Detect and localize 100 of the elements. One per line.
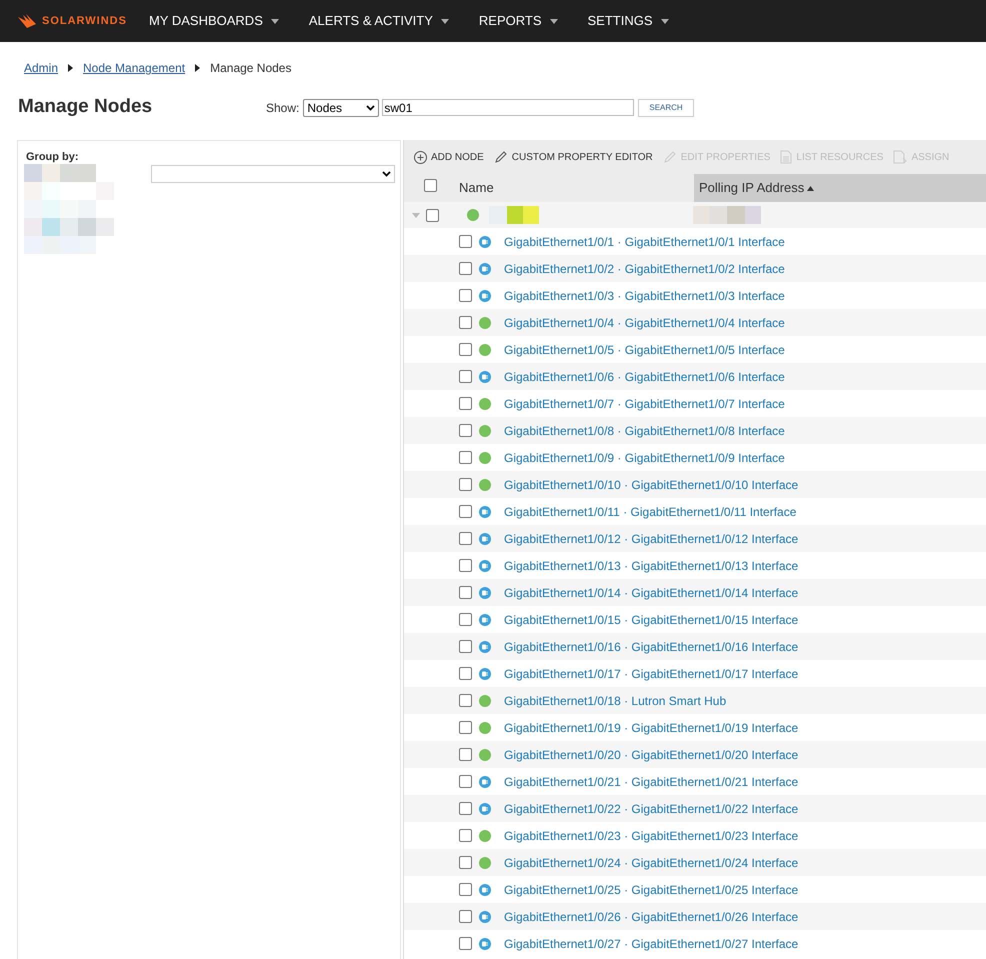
nav-menu[interactable]: REPORTS bbox=[478, 11, 558, 31]
column-header[interactable]: Polling IP Address bbox=[694, 174, 986, 202]
sort-ascending-icon bbox=[807, 186, 814, 190]
chevron-down-icon bbox=[382, 171, 391, 177]
checkbox[interactable] bbox=[459, 532, 472, 545]
nav-menu[interactable]: MY DASHBOARDS bbox=[148, 11, 279, 31]
interface-link[interactable]: GigabitEthernet1/0/7 · GigabitEthernet1/0/7 Interface bbox=[504, 394, 785, 412]
checkbox[interactable] bbox=[459, 289, 472, 302]
interface-link[interactable]: GigabitEthernet1/0/27 · GigabitEthernet1/0/27 Interface bbox=[504, 934, 798, 952]
checkbox[interactable] bbox=[459, 613, 472, 626]
show-dropdown[interactable]: Nodes bbox=[303, 98, 380, 116]
chevron-icon bbox=[195, 64, 200, 72]
caret-icon bbox=[440, 18, 449, 24]
caret-icon bbox=[550, 18, 558, 24]
interface-link[interactable]: GigabitEthernet1/0/20 · GigabitEthernet1/0/20 Interface bbox=[504, 746, 798, 764]
page-title: Manage Nodes bbox=[18, 95, 154, 120]
interface-link[interactable]: GigabitEthernet1/0/8 · GigabitEthernet1/0/8 Interface bbox=[504, 422, 785, 440]
interface-link[interactable]: GigabitEthernet1/0/25 · GigabitEthernet1/0/25 Interface bbox=[504, 880, 798, 898]
checkbox[interactable] bbox=[459, 397, 472, 410]
interface-link[interactable]: GigabitEthernet1/0/24 · GigabitEthernet1/0/24 Interface bbox=[504, 854, 798, 872]
checkbox[interactable] bbox=[459, 802, 472, 815]
interface-link[interactable]: GigabitEthernet1/0/26 · GigabitEthernet1/0/26 Interface bbox=[504, 908, 798, 926]
add-icon bbox=[414, 150, 427, 164]
interface-row[interactable]: GigabitEthernet1/0/8 · GigabitEthernet1/0/8 Interface bbox=[404, 417, 986, 444]
checkbox[interactable] bbox=[426, 208, 439, 222]
interface-row[interactable]: GigabitEthernet1/0/2 · GigabitEthernet1/0/2 Interface bbox=[404, 255, 986, 282]
interface-row[interactable]: GigabitEthernet1/0/14 · GigabitEthernet1/0/14 Interface bbox=[404, 579, 986, 606]
checkbox[interactable] bbox=[424, 179, 437, 192]
interface-link[interactable]: GigabitEthernet1/0/15 · GigabitEthernet1/0/15 Interface bbox=[504, 610, 798, 628]
checkbox[interactable] bbox=[459, 505, 472, 518]
checkbox[interactable] bbox=[459, 586, 472, 599]
toolbar-button[interactable]: CUSTOM PROPERTY EDITOR bbox=[494, 150, 653, 164]
checkbox[interactable] bbox=[459, 775, 472, 788]
checkbox[interactable] bbox=[459, 883, 472, 896]
checkbox[interactable] bbox=[459, 370, 472, 383]
interface-row[interactable]: GigabitEthernet1/0/16 · GigabitEthernet1/0/16 Interface bbox=[404, 633, 986, 660]
interface-link[interactable]: GigabitEthernet1/0/14 · GigabitEthernet1/0/14 Interface bbox=[504, 584, 798, 602]
interface-link[interactable]: GigabitEthernet1/0/16 · GigabitEthernet1/0/16 Interface bbox=[504, 638, 798, 656]
logo-icon bbox=[18, 14, 36, 28]
checkbox[interactable] bbox=[459, 316, 472, 329]
search-button[interactable]: SEARCH bbox=[638, 98, 694, 116]
checkbox[interactable] bbox=[459, 694, 472, 707]
pencil-icon bbox=[494, 150, 508, 164]
interface-row[interactable]: GigabitEthernet1/0/24 · GigabitEthernet1/0/24 Interface bbox=[404, 849, 986, 876]
checkbox[interactable] bbox=[459, 937, 472, 950]
checkbox[interactable] bbox=[459, 910, 472, 923]
interface-link[interactable]: GigabitEthernet1/0/21 · GigabitEthernet1/0/21 Interface bbox=[504, 772, 798, 790]
interface-row[interactable]: GigabitEthernet1/0/18 · Lutron Smart Hub bbox=[404, 687, 986, 714]
interface-link[interactable]: GigabitEthernet1/0/5 · GigabitEthernet1/0/5 Interface bbox=[504, 340, 785, 358]
checkbox[interactable] bbox=[459, 748, 472, 761]
interface-link[interactable]: GigabitEthernet1/0/4 · GigabitEthernet1/0/4 Interface bbox=[504, 314, 785, 332]
document-icon bbox=[780, 150, 792, 164]
interface-link[interactable]: GigabitEthernet1/0/22 · GigabitEthernet1/0/22 Interface bbox=[504, 800, 798, 818]
interface-link[interactable]: GigabitEthernet1/0/3 · GigabitEthernet1/0/3 Interface bbox=[504, 286, 785, 304]
checkbox[interactable] bbox=[459, 424, 472, 437]
checkbox[interactable] bbox=[459, 262, 472, 275]
interface-link[interactable]: GigabitEthernet1/0/17 · GigabitEthernet1/0/17 Interface bbox=[504, 664, 798, 682]
checkbox[interactable] bbox=[459, 667, 472, 680]
interface-row[interactable]: GigabitEthernet1/0/22 · GigabitEthernet1/0/22 Interface bbox=[404, 795, 986, 822]
node-row[interactable] bbox=[404, 202, 986, 228]
nav-menu[interactable]: SETTINGS bbox=[588, 11, 669, 31]
search-field[interactable]: sw01 bbox=[382, 99, 634, 116]
toolbar-button[interactable]: ADD NODE bbox=[414, 150, 484, 164]
checkbox[interactable] bbox=[459, 451, 472, 464]
nav-menu[interactable]: ALERTS & ACTIVITY bbox=[308, 11, 449, 31]
breadcrumb-link[interactable]: Node Management bbox=[83, 59, 186, 77]
breadcrumb-link[interactable]: Admin bbox=[24, 59, 58, 77]
chevron-down-icon bbox=[366, 104, 376, 110]
column-header[interactable]: Name bbox=[459, 174, 694, 202]
breadcrumb-current: Manage Nodes bbox=[210, 60, 292, 77]
interface-row[interactable]: GigabitEthernet1/0/10 · GigabitEthernet1/0/10 Interface bbox=[404, 471, 986, 498]
interface-link[interactable]: GigabitEthernet1/0/11 · GigabitEthernet1/0/11 Interface bbox=[504, 502, 796, 520]
interface-link[interactable]: GigabitEthernet1/0/12 · GigabitEthernet1/0/12 Interface bbox=[504, 530, 798, 548]
document-icon bbox=[893, 150, 908, 164]
checkbox[interactable] bbox=[459, 856, 472, 869]
interface-link[interactable]: GigabitEthernet1/0/13 · GigabitEthernet1/0/13 Interface bbox=[504, 556, 798, 574]
interface-row[interactable]: GigabitEthernet1/0/12 · GigabitEthernet1/0/12 Interface bbox=[404, 525, 986, 552]
interface-link[interactable]: GigabitEthernet1/0/2 · GigabitEthernet1/0/2 Interface bbox=[504, 260, 785, 278]
checkbox[interactable] bbox=[459, 343, 472, 356]
interface-link[interactable]: GigabitEthernet1/0/1 · GigabitEthernet1/0/1 Interface bbox=[504, 232, 785, 250]
interface-link[interactable]: GigabitEthernet1/0/19 · GigabitEthernet1/0/19 Interface bbox=[504, 718, 798, 736]
checkbox[interactable] bbox=[459, 829, 472, 842]
caret-icon bbox=[660, 18, 669, 24]
interface-link[interactable]: GigabitEthernet1/0/18 · Lutron Smart Hub bbox=[504, 692, 726, 710]
show-label: Show: bbox=[266, 100, 300, 116]
interface-row[interactable]: GigabitEthernet1/0/26 · GigabitEthernet1/0/26 Interface bbox=[404, 903, 986, 930]
interface-row[interactable]: GigabitEthernet1/0/20 · GigabitEthernet1/0/20 Interface bbox=[404, 741, 986, 768]
interface-row[interactable]: GigabitEthernet1/0/4 · GigabitEthernet1/0/4 Interface bbox=[404, 309, 986, 336]
pencil-icon bbox=[662, 150, 677, 164]
chevron-icon bbox=[68, 64, 74, 72]
checkbox[interactable] bbox=[459, 721, 472, 734]
checkbox[interactable] bbox=[459, 478, 472, 491]
interface-link[interactable]: GigabitEthernet1/0/10 · GigabitEthernet1/0/10 Interface bbox=[504, 476, 798, 494]
interface-link[interactable]: GigabitEthernet1/0/23 · GigabitEthernet1/0/23 Interface bbox=[504, 826, 798, 844]
checkbox[interactable] bbox=[459, 235, 472, 248]
checkbox[interactable] bbox=[459, 640, 472, 653]
checkbox[interactable] bbox=[459, 559, 472, 572]
interface-link[interactable]: GigabitEthernet1/0/6 · GigabitEthernet1/0/6 Interface bbox=[504, 368, 785, 386]
interface-row[interactable]: GigabitEthernet1/0/6 · GigabitEthernet1/0/6 Interface bbox=[404, 363, 986, 390]
interface-link[interactable]: GigabitEthernet1/0/9 · GigabitEthernet1/0/9 Interface bbox=[504, 448, 785, 466]
